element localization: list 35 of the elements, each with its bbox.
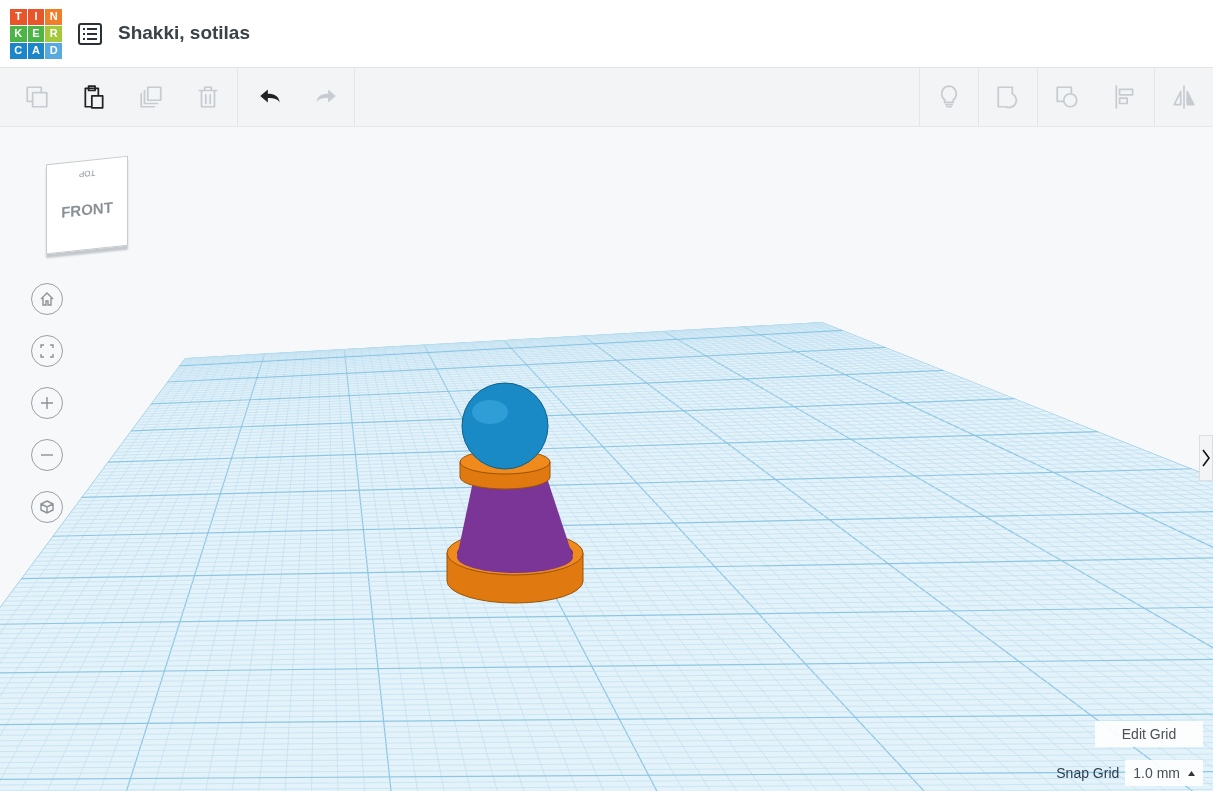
view-cube[interactable]: TOP FRONT xyxy=(46,155,128,255)
cube-icon xyxy=(39,499,55,515)
cube-front-label: FRONT xyxy=(61,197,113,223)
fit-view-icon xyxy=(39,343,55,359)
edit-grid-button[interactable]: Edit Grid xyxy=(1095,721,1203,747)
logo-letter: E xyxy=(27,25,45,42)
minus-icon xyxy=(40,454,54,456)
logo-letter: I xyxy=(27,8,45,25)
mirror-icon xyxy=(1171,84,1197,110)
zoom-out-button[interactable] xyxy=(31,439,63,471)
copy-icon xyxy=(23,84,50,110)
menu-list-icon[interactable] xyxy=(78,22,102,45)
logo-letter: K xyxy=(10,25,27,42)
logo-letter: T xyxy=(10,8,27,25)
perspective-button[interactable] xyxy=(31,491,63,523)
square-circle-icon xyxy=(1054,84,1080,110)
snap-grid-label: Snap Grid xyxy=(1056,763,1120,783)
zoom-in-button[interactable] xyxy=(31,387,63,419)
logo-letter: N xyxy=(45,8,62,25)
chevron-icon xyxy=(1202,448,1210,468)
fit-view-button[interactable] xyxy=(31,335,63,367)
home-button[interactable] xyxy=(31,283,63,315)
duplicate-icon xyxy=(138,84,165,110)
plus-icon xyxy=(39,395,55,411)
design-title[interactable]: Shakki, sotilas xyxy=(118,19,250,48)
logo-letter: R xyxy=(45,25,62,42)
cube-top-label: TOP xyxy=(78,167,96,180)
logo-letter: A xyxy=(27,42,45,59)
home-icon xyxy=(39,291,55,307)
logo-letter: D xyxy=(45,42,62,59)
snap-grid-dropdown[interactable]: 1.0 mm xyxy=(1125,760,1203,786)
logo-letter: C xyxy=(10,42,27,59)
logo[interactable]: T I N K E R C A D xyxy=(10,8,62,59)
caret-up-icon xyxy=(1188,770,1195,776)
side-panel-tab[interactable] xyxy=(1199,435,1213,481)
